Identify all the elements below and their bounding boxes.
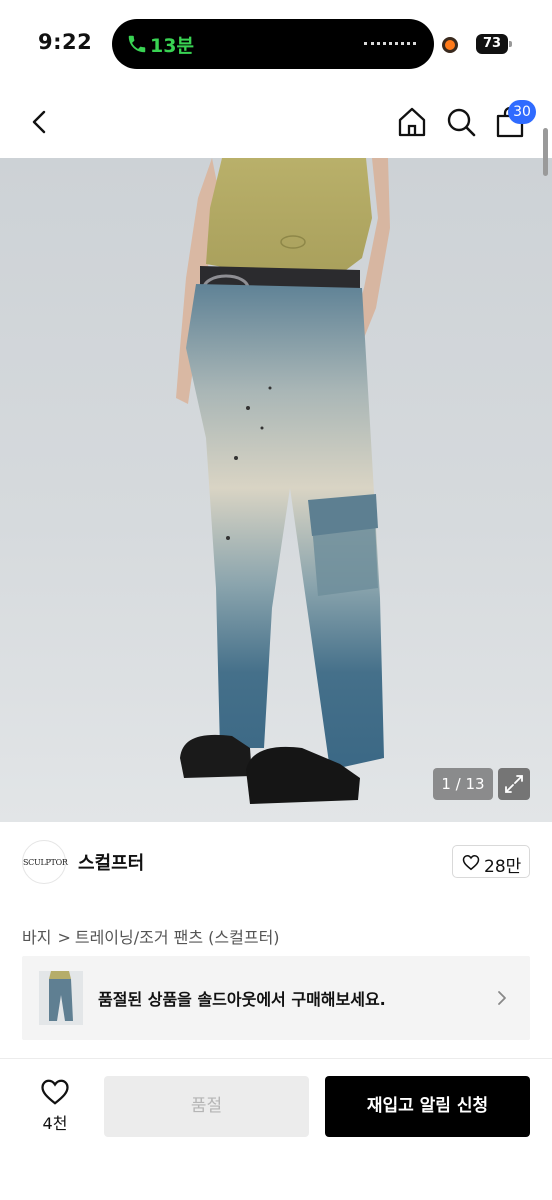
status-time: 9:22 [38, 30, 93, 54]
brand-row: SCULPTOR 스컬프터 28만 [0, 822, 552, 902]
audio-wave-icon [364, 42, 416, 46]
banner-thumbnail [39, 971, 83, 1025]
banner-text: 품절된 상품을 솔드아웃에서 구매해보세요. [98, 990, 386, 1009]
recording-dot-icon [442, 37, 458, 53]
brand-name[interactable]: 스컬프터 [78, 849, 144, 875]
phone-icon [128, 35, 146, 53]
chevron-left-icon[interactable] [20, 102, 60, 142]
bottom-divider [0, 1058, 552, 1059]
image-counter: 1 / 13 [433, 768, 493, 800]
call-duration: 13분 [150, 35, 194, 57]
cart-count-badge: 30 [508, 100, 536, 124]
status-bar: 9:22 13분 73 [0, 0, 552, 88]
restock-notify-button[interactable]: 재입고 알림 신청 [325, 1076, 530, 1137]
battery-indicator: 73 [476, 34, 512, 54]
product-like-button[interactable]: 4천 [22, 1078, 88, 1138]
product-like-count: 4천 [42, 1114, 68, 1133]
soldout-banner[interactable]: 품절된 상품을 솔드아웃에서 구매해보세요. [22, 956, 530, 1040]
breadcrumb-subcategory[interactable]: 트레이닝/조거 팬츠 (스컬프터) [75, 928, 280, 947]
soldout-button[interactable]: 품절 [104, 1076, 309, 1137]
heart-icon [462, 854, 480, 871]
brand-like-count: 28만 [484, 857, 522, 877]
product-image[interactable] [0, 158, 552, 822]
breadcrumb: 바지 > 트레이닝/조거 팬츠 (스컬프터) [22, 924, 280, 948]
expand-icon[interactable] [498, 768, 530, 800]
breadcrumb-separator: > [57, 928, 71, 947]
search-icon[interactable] [441, 102, 481, 142]
home-icon[interactable] [392, 102, 432, 142]
brand-logo[interactable]: SCULPTOR [22, 840, 68, 884]
brand-like-button[interactable]: 28만 [452, 845, 530, 878]
breadcrumb-category[interactable]: 바지 [22, 928, 51, 947]
heart-icon [41, 1079, 69, 1105]
product-photo-jeans [176, 158, 390, 804]
scrollbar[interactable] [543, 128, 548, 176]
dynamic-island-call[interactable]: 13분 [112, 19, 434, 69]
chevron-right-icon [498, 991, 506, 1005]
app-header [0, 88, 552, 158]
